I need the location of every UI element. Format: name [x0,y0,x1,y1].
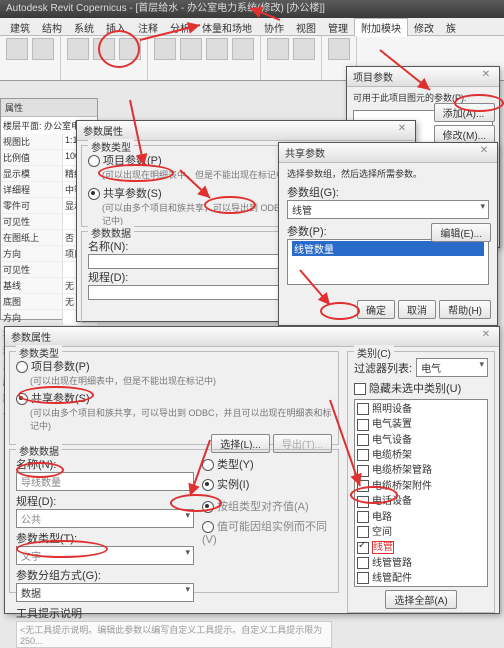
tooltip-text: <无工具提示说明。编辑此参数以编写自定义工具提示。自定义工具提示限为 250..… [16,621,332,648]
category-item[interactable]: 电缆桥架管路 [355,461,487,476]
param-group-combo[interactable]: 线管 [287,200,489,219]
ribbon-icon[interactable] [32,38,54,60]
filter-combo[interactable]: 电气 [416,358,488,377]
category-tree[interactable]: 照明设备电气装置电气设备电缆桥架电缆桥架管路电缆桥架附件电话设备电路空间线管线管… [354,399,488,587]
category-item[interactable]: 电路 [355,508,487,523]
param-list[interactable]: 线管数量 [287,239,489,285]
radio-align[interactable]: 按组类型对齐值(A) [202,498,332,514]
param-props-dialog: 参数属性✕ 参数类型 项目参数(P) (可以出现在明细表中，但是不能出现在标记中… [4,326,500,614]
radio-project-param[interactable]: 项目参数(P) [16,358,332,374]
radio-vary[interactable]: 值可能因组实例而不同(V) [202,518,332,546]
param-group-combo[interactable]: 数据 [16,583,194,602]
ribbon-tab[interactable]: 族 [440,19,462,36]
ribbon-icon[interactable] [6,38,28,60]
add-button[interactable]: 添加(A)... [434,103,495,122]
ribbon-icon[interactable] [206,38,228,60]
ribbon-icon[interactable] [328,38,350,60]
category-item[interactable]: 电气装置 [355,415,487,430]
close-icon[interactable]: ✕ [479,329,493,340]
close-icon[interactable]: ✕ [395,123,409,134]
name-field: 导线数量 [16,472,194,491]
category-item[interactable]: 线管管路 [355,554,487,569]
ribbon-tab[interactable]: 注释 [132,19,164,36]
ribbon-icon[interactable] [93,38,115,60]
edit-button[interactable]: 编辑(E)... [431,223,491,242]
app-titlebar: Autodesk Revit Copernicus - [首层给水 - 办公室电… [0,0,504,18]
category-item[interactable]: 空间 [355,523,487,538]
ribbon-tab[interactable]: 插入 [100,19,132,36]
ribbon-icon[interactable] [154,38,176,60]
ribbon-tab[interactable]: 修改 [408,19,440,36]
properties-header: 属性 [1,99,97,117]
ribbon-tab[interactable]: 体量和场地 [196,19,258,36]
ribbon-tab[interactable]: 协作 [258,19,290,36]
ribbon-tab[interactable]: 建筑 [4,19,36,36]
hide-unchecked-checkbox[interactable]: 隐藏未选中类别(U) [354,380,488,396]
ribbon-icon[interactable] [180,38,202,60]
name-field[interactable] [88,254,304,269]
ribbon-icon[interactable] [232,38,254,60]
help-button[interactable]: 帮助(H) [439,300,491,319]
ribbon-icon[interactable] [67,38,89,60]
shared-params-dialog: 共享参数✕ 选择参数组，然后选择所需参数。 参数组(G): 线管 参数(P): … [278,142,498,326]
category-item[interactable]: 组成部分 [355,584,487,587]
category-item[interactable]: 电话设备 [355,492,487,507]
ribbon-tab[interactable]: 视图 [290,19,322,36]
param-type-combo[interactable]: 文字 [16,546,194,565]
category-item[interactable]: 线管配件 [355,569,487,584]
dialog-title: 项目参数✕ [347,67,499,87]
close-icon[interactable]: ✕ [479,69,493,80]
category-item[interactable]: 电气设备 [355,431,487,446]
radio-type[interactable]: 类型(Y) [202,456,332,472]
ribbon-tab[interactable]: 附加模块 [354,18,408,37]
ribbon-tab[interactable]: 结构 [36,19,68,36]
category-item[interactable]: 照明设备 [355,400,487,415]
ribbon-tab[interactable]: 分析 [164,19,196,36]
discipline-combo[interactable] [88,285,304,300]
ribbon-tabs: 建筑结构系统插入注释分析体量和场地协作视图管理附加模块修改族 [0,18,504,36]
cancel-button[interactable]: 取消 [398,300,436,319]
ribbon-tab[interactable]: 管理 [322,19,354,36]
ribbon-icon[interactable] [267,38,289,60]
ok-button[interactable]: 确定 [357,300,395,319]
dialog-title: 参数属性✕ [77,121,415,141]
category-item[interactable]: 线管 [355,538,487,553]
close-icon[interactable]: ✕ [477,145,491,156]
ribbon-icon[interactable] [293,38,315,60]
category-item[interactable]: 电缆桥架附件 [355,477,487,492]
category-item[interactable]: 电缆桥架 [355,446,487,461]
radio-instance[interactable]: 实例(I) [202,476,332,492]
discipline-combo[interactable]: 公共 [16,509,194,528]
radio-shared-param[interactable]: 共享参数(S) [16,390,332,406]
dialog-title: 共享参数✕ [279,143,497,163]
ribbon-tab[interactable]: 系统 [68,19,100,36]
ribbon-icon[interactable] [119,38,141,60]
select-all-button[interactable]: 选择全部(A) [385,590,456,609]
dialog-title: 参数属性✕ [5,327,499,347]
